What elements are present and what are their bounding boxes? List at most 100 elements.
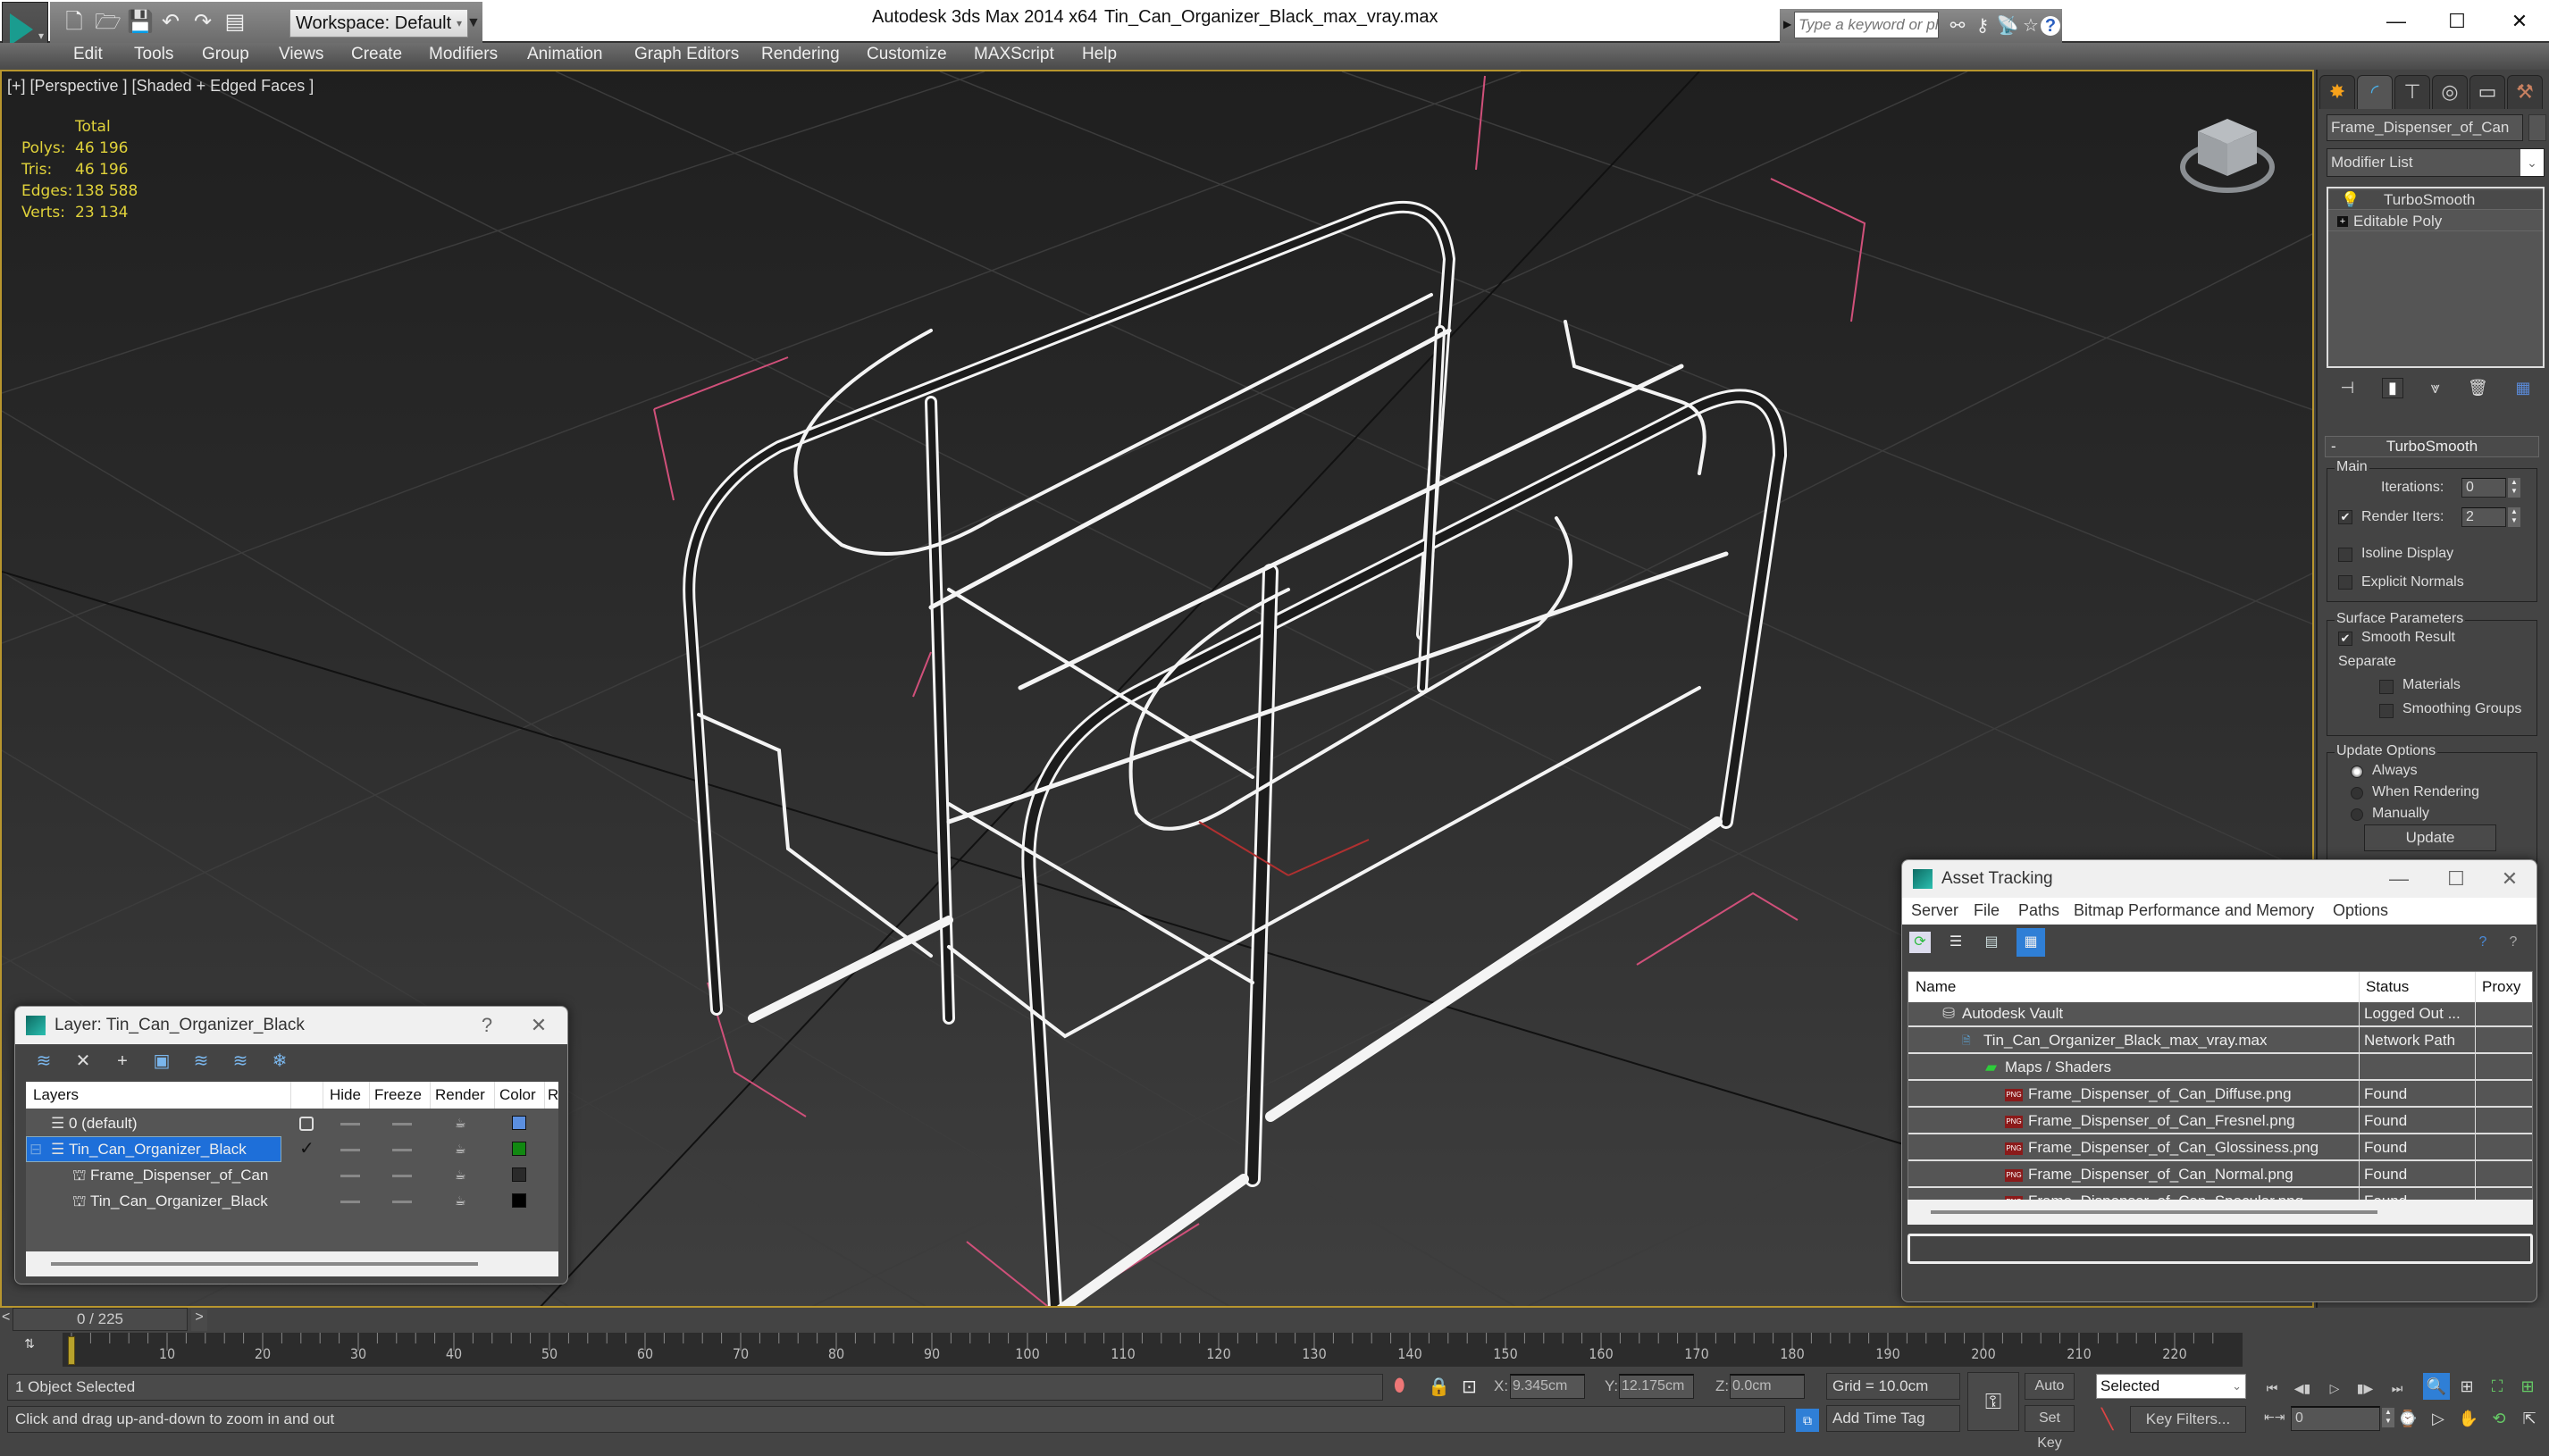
tree-view-icon[interactable]: ▤ (1981, 932, 2002, 953)
context-help-icon[interactable]: ? (2503, 932, 2524, 953)
time-tag-icon[interactable]: ⧉ (1796, 1409, 1819, 1432)
horizontal-scrollbar[interactable] (1908, 1200, 2533, 1225)
go-to-end-icon[interactable]: ⏭ (2384, 1377, 2411, 1399)
object-color-swatch[interactable] (512, 1193, 526, 1208)
object-color-swatch[interactable] (512, 1167, 526, 1182)
menu-modifiers[interactable]: Modifiers (429, 45, 498, 64)
key-tangent-icon[interactable]: ╲ (2101, 1408, 2113, 1431)
asset-row[interactable]: PNG Frame_Dispenser_of_Can_Normal.png Fo… (1908, 1163, 2532, 1188)
absolute-mode-icon[interactable]: ⊡ (1462, 1376, 1477, 1398)
motion-tab-icon[interactable]: ◎ (2432, 75, 2468, 109)
menu-rendering[interactable]: Rendering (761, 45, 840, 64)
render-iters-input[interactable]: 2 (2461, 507, 2506, 527)
key-filters-button[interactable]: Key Filters... (2130, 1406, 2246, 1433)
menu-bitmap-performance[interactable]: Bitmap Performance and Memory (2074, 901, 2314, 920)
render-teapot-icon[interactable]: ☕ (455, 1136, 466, 1162)
asset-row[interactable]: PNG Frame_Dispenser_of_Can_Diffuse.png F… (1908, 1083, 2532, 1108)
menu-help[interactable]: Help (1082, 45, 1117, 64)
menu-file[interactable]: File (1974, 901, 2000, 920)
update-always-radio[interactable] (2351, 766, 2363, 778)
menu-animation[interactable]: Animation (527, 45, 603, 64)
menu-options[interactable]: Options (2333, 901, 2388, 920)
menu-paths[interactable]: Paths (2018, 901, 2059, 920)
display-tab-icon[interactable]: ▭ (2469, 75, 2505, 109)
render-teapot-icon[interactable]: ☕ (455, 1110, 466, 1136)
close-button[interactable]: ✕ (2493, 4, 2546, 39)
layer-dialog-titlebar[interactable]: Layer: Tin_Can_Organizer_Black ? ✕ (15, 1007, 567, 1044)
object-name[interactable]: Frame_Dispenser_of_Can (90, 1162, 268, 1188)
materials-checkbox[interactable] (2379, 680, 2394, 694)
satellite-icon[interactable]: 📡 (1996, 14, 2019, 38)
iterations-input[interactable]: 0 (2461, 478, 2506, 498)
list-view-icon[interactable]: ☰ (1945, 932, 1966, 953)
expand-plus-icon[interactable]: + (2337, 216, 2348, 227)
freeze-unfreeze-all-icon[interactable]: ❄ (267, 1050, 292, 1073)
asset-row[interactable]: 🗎 Tin_Can_Organizer_Black_max_vray.max N… (1908, 1029, 2532, 1054)
isoline-display-checkbox[interactable] (2338, 548, 2352, 562)
help-icon[interactable]: ? (2041, 16, 2060, 36)
pan-view-icon[interactable]: ✋ (2455, 1405, 2482, 1432)
field-of-view-icon[interactable]: ▷ (2425, 1405, 2452, 1432)
asset-row[interactable]: ▰ Maps / Shaders (1908, 1056, 2532, 1081)
redo-icon[interactable]: ↷ (191, 9, 214, 36)
utilities-tab-icon[interactable]: ⚒ (2507, 75, 2543, 109)
maximize-button[interactable]: ☐ (2438, 866, 2474, 892)
track-bar[interactable]: 0102030405060708090100110120130140150160… (63, 1333, 2243, 1367)
auto-key-button[interactable]: Auto Key (2025, 1373, 2075, 1418)
collapse-minus-icon[interactable]: ⊟ (29, 1136, 42, 1162)
set-key-button[interactable]: Set Key (2025, 1405, 2075, 1451)
add-to-layer-icon[interactable]: + (110, 1050, 135, 1073)
viewcube[interactable] (2178, 112, 2276, 201)
project-folder-icon[interactable]: ▤ (223, 9, 247, 36)
pin-stack-icon[interactable]: ⊣ (2340, 379, 2354, 397)
layer-row[interactable]: ⛫ Tin_Can_Organizer_Black ☕ (26, 1188, 558, 1214)
current-layer-box-icon[interactable] (299, 1117, 314, 1131)
hide-unhide-all-icon[interactable]: ≋ (228, 1050, 253, 1073)
viewport-label[interactable]: [+] [Perspective ] [Shaded + Edged Faces… (7, 77, 314, 96)
layer-row[interactable]: ⊟ ☰ Tin_Can_Organizer_Black ✓ ☕ (26, 1136, 558, 1162)
binoculars-icon[interactable]: ⚯ (1946, 14, 1969, 38)
selection-lock-icon[interactable]: 🔒 (1428, 1376, 1450, 1398)
add-time-tag-button[interactable]: Add Time Tag (1826, 1405, 1960, 1432)
go-to-start-icon[interactable]: ⏮ (2259, 1377, 2285, 1399)
zoom-icon[interactable]: 🔍 (2423, 1373, 2450, 1400)
current-frame-input[interactable]: 0 (2291, 1406, 2380, 1431)
previous-frame-icon[interactable]: < (2, 1310, 10, 1326)
column-render[interactable]: Render (435, 1086, 485, 1104)
close-button[interactable]: ✕ (521, 1012, 557, 1039)
select-objects-in-layer-icon[interactable]: ▣ (149, 1050, 174, 1073)
hide-toggle[interactable] (340, 1149, 360, 1151)
expand-arrow-icon[interactable]: ▶ (1783, 18, 1791, 30)
asset-row[interactable]: PNG Frame_Dispenser_of_Can_Fresnel.png F… (1908, 1109, 2532, 1134)
iterations-spinner[interactable]: ▲ ▼ (2508, 478, 2520, 498)
freeze-toggle[interactable] (392, 1149, 412, 1151)
show-end-result-icon[interactable]: ▮ (2382, 377, 2403, 398)
menu-create[interactable]: Create (351, 45, 402, 64)
smooth-result-checkbox[interactable]: ✔ (2338, 632, 2352, 646)
smoothing-groups-checkbox[interactable] (2379, 704, 2394, 718)
isolate-selection-icon[interactable]: ⬮ (1394, 1376, 1405, 1396)
previous-key-icon[interactable]: ◀▮ (2289, 1377, 2316, 1399)
render-teapot-icon[interactable]: ☕ (455, 1162, 466, 1188)
menu-tools[interactable]: Tools (134, 45, 173, 64)
search-input[interactable] (1794, 12, 1939, 38)
configure-modifier-sets-icon[interactable]: ▦ (2516, 379, 2531, 397)
z-coordinate-input[interactable]: 0.0cm (1730, 1374, 1805, 1399)
undo-icon[interactable]: ↶ (159, 9, 182, 36)
layer-row[interactable]: ☰ 0 (default) ☕ (26, 1110, 558, 1136)
modifier-list-dropdown[interactable]: Modifier List ⌄ (2327, 148, 2545, 177)
layer-name[interactable]: 0 (default) (69, 1110, 138, 1136)
column-layers[interactable]: Layers (33, 1086, 79, 1104)
minimize-button[interactable]: — (2381, 866, 2417, 892)
new-layer-icon[interactable]: ≋ (31, 1050, 56, 1073)
explicit-normals-checkbox[interactable] (2338, 575, 2352, 590)
workspace-dropdown[interactable]: Workspace: Default ▾ (289, 9, 468, 38)
freeze-toggle[interactable] (392, 1175, 412, 1177)
key-mode-toggle-icon[interactable]: ⇤⇥ (2264, 1410, 2285, 1425)
object-color-swatch[interactable] (2528, 114, 2546, 141)
menu-group[interactable]: Group (202, 45, 249, 64)
new-file-icon[interactable]: 🗋 (63, 9, 86, 36)
delete-layer-icon[interactable]: ✕ (71, 1050, 96, 1073)
help-icon[interactable]: ? (2472, 932, 2494, 953)
layer-name[interactable]: Tin_Can_Organizer_Black (69, 1136, 247, 1162)
